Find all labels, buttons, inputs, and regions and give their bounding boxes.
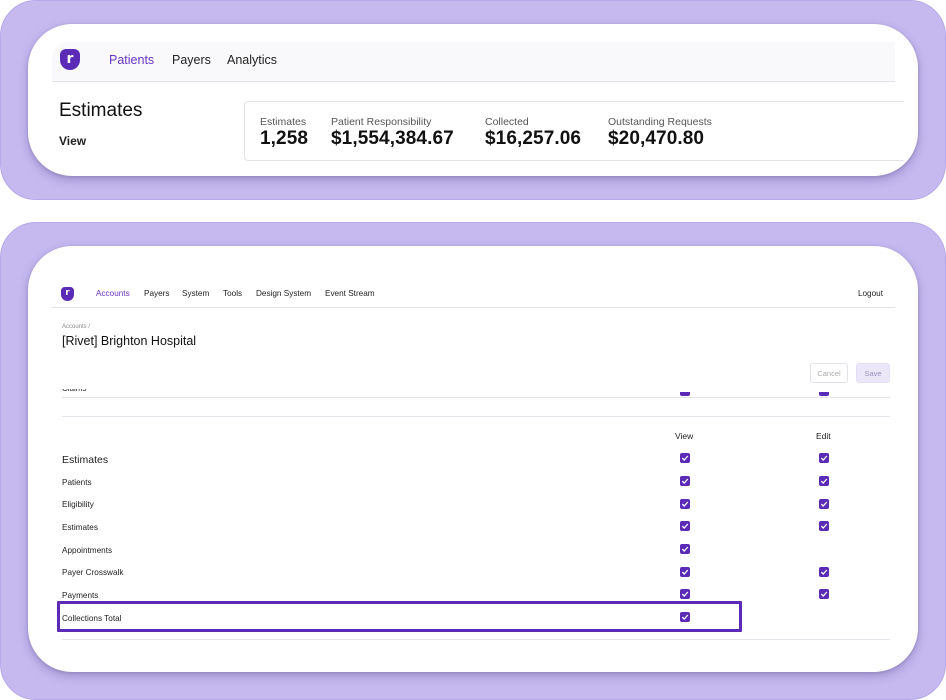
nav-tools[interactable]: Tools — [223, 289, 242, 298]
stat-label: Outstanding Requests — [608, 116, 712, 128]
stat-value: $20,470.80 — [608, 128, 705, 149]
stat-label: Patient Responsibility — [331, 116, 432, 128]
breadcrumb[interactable]: Accounts / — [62, 324, 90, 330]
nav-event-stream[interactable]: Event Stream — [325, 289, 375, 298]
rivet-logo-icon[interactable]: r — [60, 49, 80, 70]
stat-estimates: Estimates 1,258 — [260, 116, 308, 150]
section-divider — [62, 416, 890, 417]
admin-nav-bar: r Accounts Payers System Tools Design Sy… — [52, 280, 895, 308]
cancel-button[interactable]: Cancel — [810, 363, 848, 383]
stats-summary: Estimates 1,258 Patient Responsibility $… — [244, 101, 904, 161]
nav-accounts[interactable]: Accounts — [96, 289, 130, 298]
page-title: Estimates — [59, 100, 143, 121]
checkbox-claims-view[interactable] — [680, 392, 690, 396]
checkbox-payments-view[interactable] — [680, 589, 690, 599]
permission-row-label: Appointments — [62, 546, 113, 555]
checkbox-section-edit[interactable] — [819, 453, 829, 463]
checkbox-payments-edit[interactable] — [819, 589, 829, 599]
stat-label: Collected — [485, 116, 529, 128]
stat-value: $16,257.06 — [485, 128, 582, 149]
stat-collected: Collected $16,257.06 — [485, 116, 581, 150]
permission-row-label: Patients — [62, 478, 92, 487]
stat-value: 1,258 — [260, 128, 309, 149]
permission-row-label: Estimates — [62, 523, 98, 532]
checkbox-patients-view[interactable] — [680, 476, 690, 486]
permission-row-label: Eligibility — [62, 500, 94, 509]
account-permissions-card: r Accounts Payers System Tools Design Sy… — [28, 246, 918, 672]
stat-label: Estimates — [260, 116, 307, 128]
checkbox-section-view[interactable] — [680, 453, 690, 463]
checkbox-eligibility-edit[interactable] — [819, 499, 829, 509]
table-bottom-divider — [62, 639, 890, 640]
nav-analytics[interactable]: Analytics — [227, 53, 277, 67]
top-nav-bar: r Patients Payers Analytics — [52, 42, 895, 82]
checkbox-estimates-view[interactable] — [680, 521, 690, 531]
checkbox-estimates-edit[interactable] — [819, 521, 829, 531]
nav-patients[interactable]: Patients — [109, 53, 154, 67]
section-title-estimates: Estimates — [62, 454, 109, 466]
checkbox-patients-edit[interactable] — [819, 476, 829, 486]
checkbox-payer-crosswalk-edit[interactable] — [819, 567, 829, 577]
permission-row-label: Payer Crosswalk — [62, 568, 124, 577]
account-title: [Rivet] Brighton Hospital — [62, 334, 197, 348]
estimates-dashboard-card: r Patients Payers Analytics Estimates Vi… — [28, 24, 918, 176]
stat-patient-responsibility: Patient Responsibility $1,554,384.67 — [331, 116, 454, 150]
column-header-edit: Edit — [816, 431, 831, 441]
logout-link[interactable]: Logout — [858, 289, 883, 298]
checkbox-appointments-view[interactable] — [680, 544, 690, 554]
nav-payers[interactable]: Payers — [144, 289, 169, 298]
column-header-view: View — [675, 431, 694, 441]
view-label[interactable]: View — [59, 134, 86, 148]
nav-payers[interactable]: Payers — [172, 53, 211, 67]
clipped-row-label: Claims — [62, 389, 86, 396]
rivet-logo-icon[interactable]: r — [61, 287, 74, 301]
checkbox-eligibility-view[interactable] — [680, 499, 690, 509]
checkbox-payer-crosswalk-view[interactable] — [680, 567, 690, 577]
stat-outstanding-requests: Outstanding Requests $20,470.80 — [608, 116, 712, 150]
nav-system[interactable]: System — [182, 289, 209, 298]
permission-row-label: Payments — [62, 591, 99, 600]
divider — [62, 397, 890, 398]
stat-value: $1,554,384.67 — [331, 128, 454, 149]
collections-total-highlight — [57, 601, 742, 632]
nav-design-system[interactable]: Design System — [256, 289, 311, 298]
checkbox-claims-edit[interactable] — [819, 392, 829, 396]
save-button[interactable]: Save — [856, 363, 890, 383]
